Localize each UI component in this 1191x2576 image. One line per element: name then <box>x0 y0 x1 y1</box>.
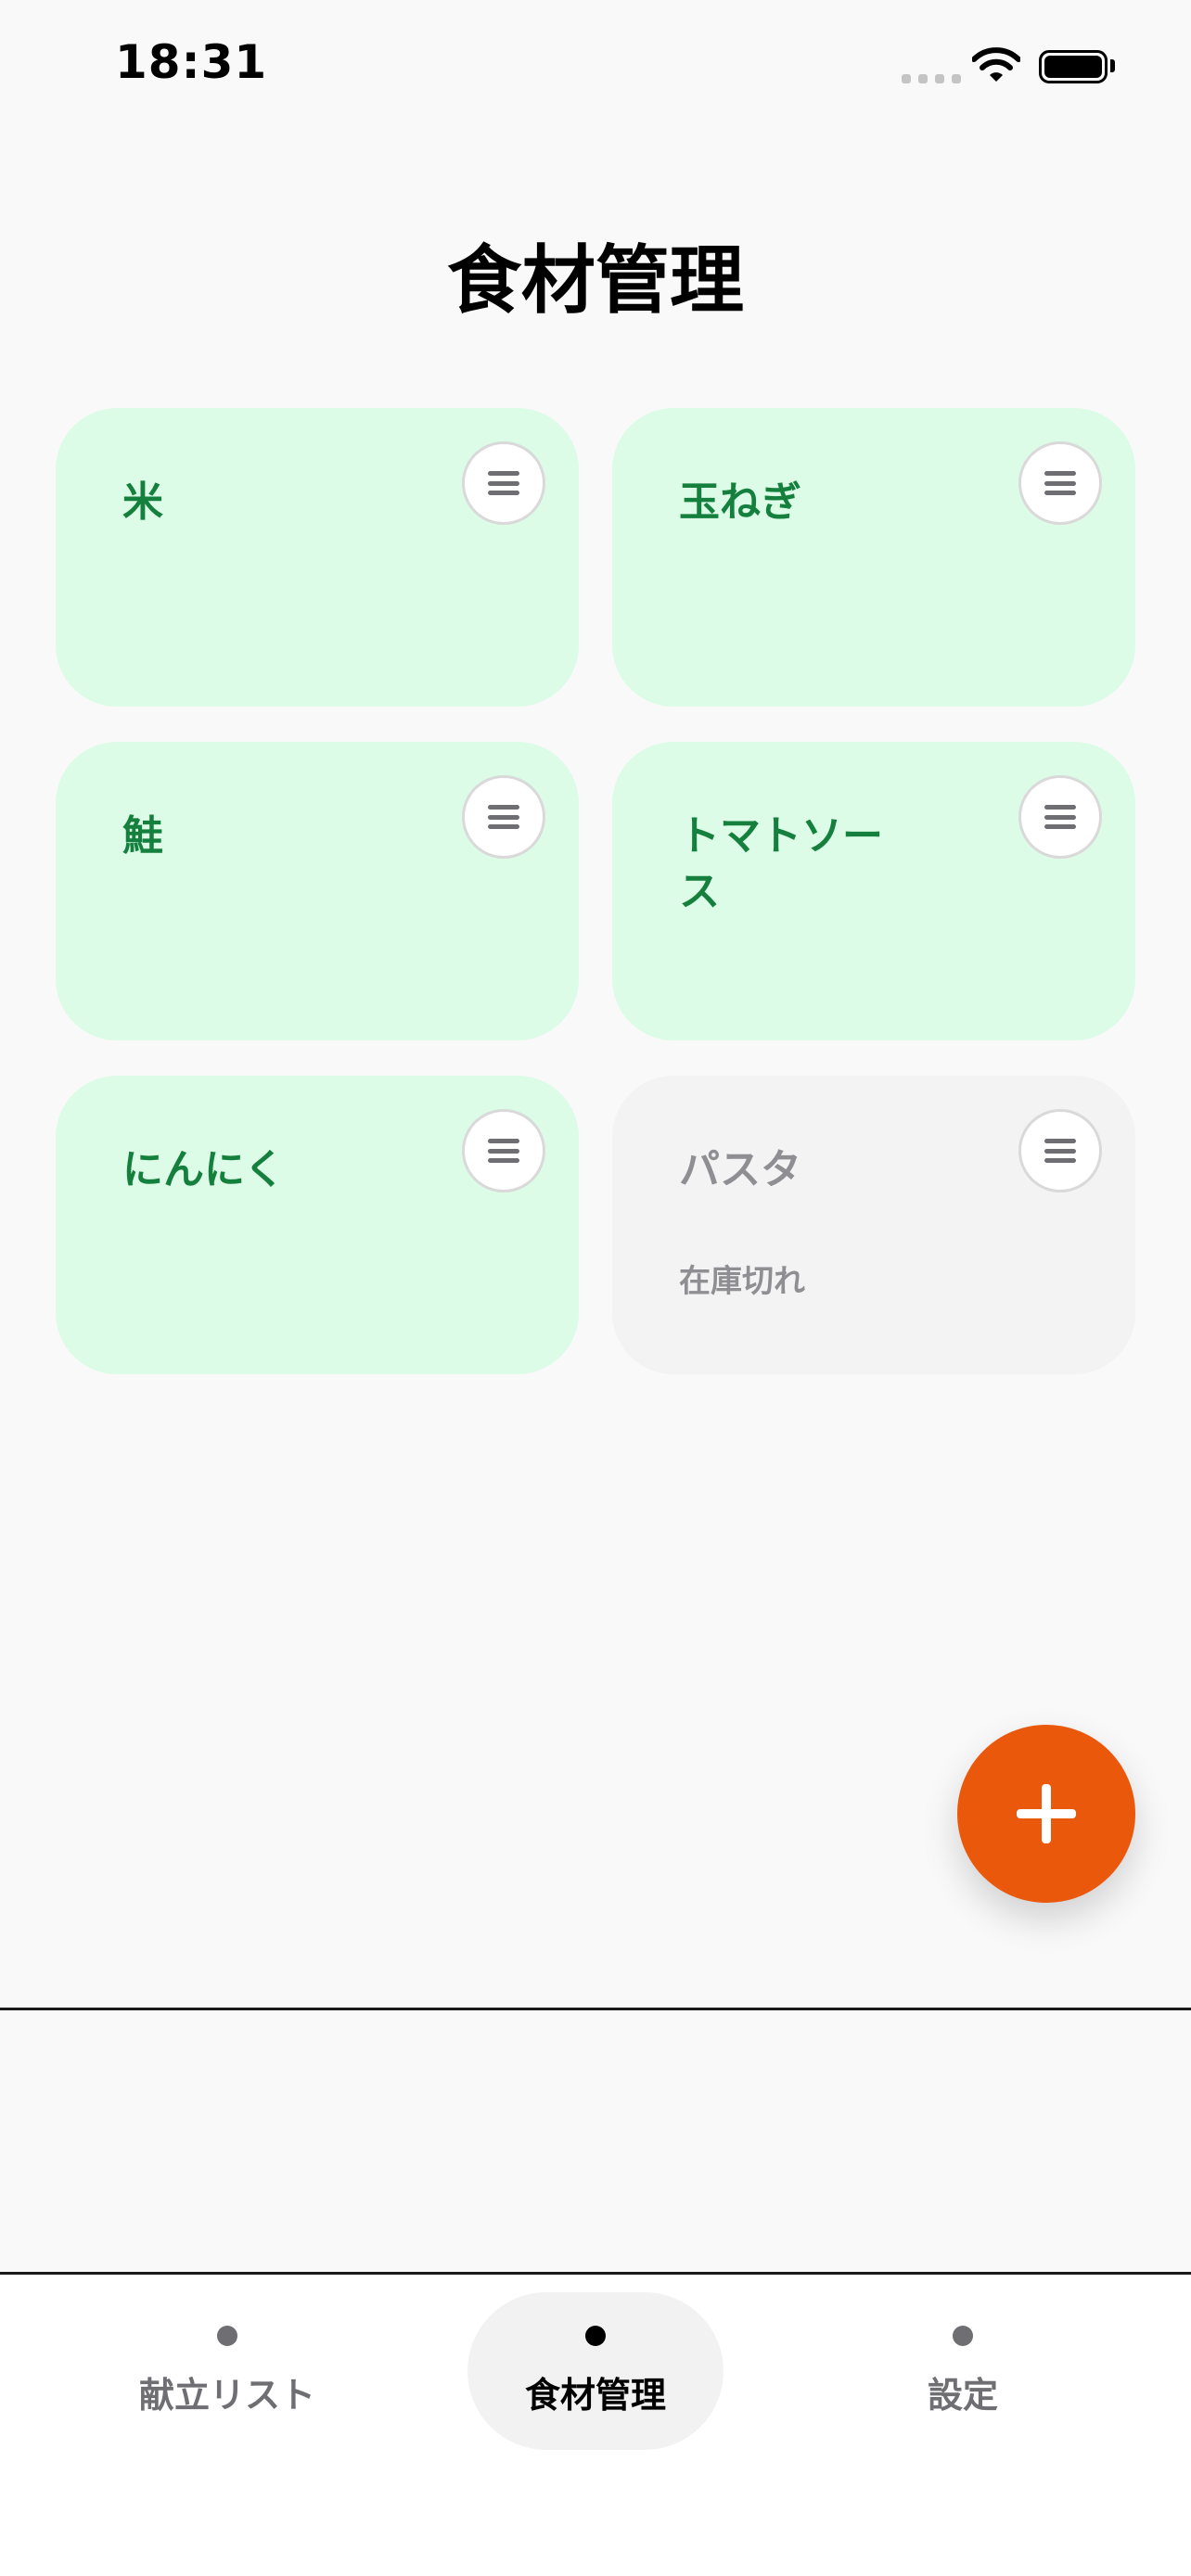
ingredient-card[interactable]: 玉ねぎ <box>612 408 1135 707</box>
tab-dot-icon <box>217 2325 237 2346</box>
menu-icon <box>1044 471 1076 495</box>
menu-icon <box>1044 805 1076 829</box>
tab-label: 設定 <box>927 2374 998 2416</box>
tab-dot-icon <box>953 2325 973 2346</box>
add-ingredient-button[interactable] <box>957 1725 1135 1903</box>
menu-icon <box>488 805 519 829</box>
ingredient-card-out-of-stock[interactable]: パスタ 在庫切れ <box>612 1076 1135 1374</box>
plus-icon <box>1017 1784 1076 1843</box>
page-title: 食材管理 <box>447 237 744 324</box>
battery-tip <box>1110 59 1115 72</box>
ingredient-menu-button[interactable] <box>1018 441 1102 525</box>
menu-icon <box>488 471 519 495</box>
cellular-signal-icon <box>902 74 961 83</box>
divider <box>0 2008 1191 2010</box>
stock-status: 在庫切れ <box>679 1263 805 1300</box>
ingredient-grid: 米 玉ねぎ 鮭 トマトソース にんにく パスタ 在庫切れ <box>56 408 1135 1374</box>
ingredient-name: トマトソース <box>679 812 883 915</box>
ingredient-card[interactable]: トマトソース <box>612 742 1135 1040</box>
ingredient-card[interactable]: 米 <box>56 408 579 707</box>
screen: 18:31 食材管理 米 玉ねぎ 鮭 トマトソース にんにく パスタ 在庫切れ … <box>0 0 1191 2576</box>
ingredient-name: パスタ <box>679 1146 801 1193</box>
divider <box>0 2272 1191 2275</box>
tab-bar: 献立リスト 食材管理 設定 <box>0 2276 1191 2576</box>
ingredient-name: にんにく <box>122 1146 286 1193</box>
tab-ingredients[interactable]: 食材管理 <box>467 2292 724 2450</box>
menu-icon <box>488 1139 519 1163</box>
tab-label: 献立リスト <box>138 2374 315 2416</box>
ingredient-menu-button[interactable] <box>1018 1109 1102 1192</box>
wifi-icon <box>972 47 1020 82</box>
ingredient-name: 鮭 <box>122 812 163 860</box>
tab-label: 食材管理 <box>524 2374 666 2416</box>
ingredient-menu-button[interactable] <box>1018 775 1102 859</box>
ingredient-card[interactable]: にんにく <box>56 1076 579 1374</box>
status-time: 18:31 <box>115 35 268 89</box>
ingredient-name: 玉ねぎ <box>679 478 801 526</box>
ingredient-menu-button[interactable] <box>462 775 545 859</box>
ingredient-menu-button[interactable] <box>462 441 545 525</box>
battery-icon <box>1039 50 1108 83</box>
tab-menu-list[interactable]: 献立リスト <box>99 2292 355 2450</box>
ingredient-menu-button[interactable] <box>462 1109 545 1192</box>
tab-settings[interactable]: 設定 <box>835 2292 1091 2450</box>
ingredient-name: 米 <box>122 478 163 526</box>
tab-dot-icon <box>585 2325 606 2346</box>
ingredient-card[interactable]: 鮭 <box>56 742 579 1040</box>
menu-icon <box>1044 1139 1076 1163</box>
